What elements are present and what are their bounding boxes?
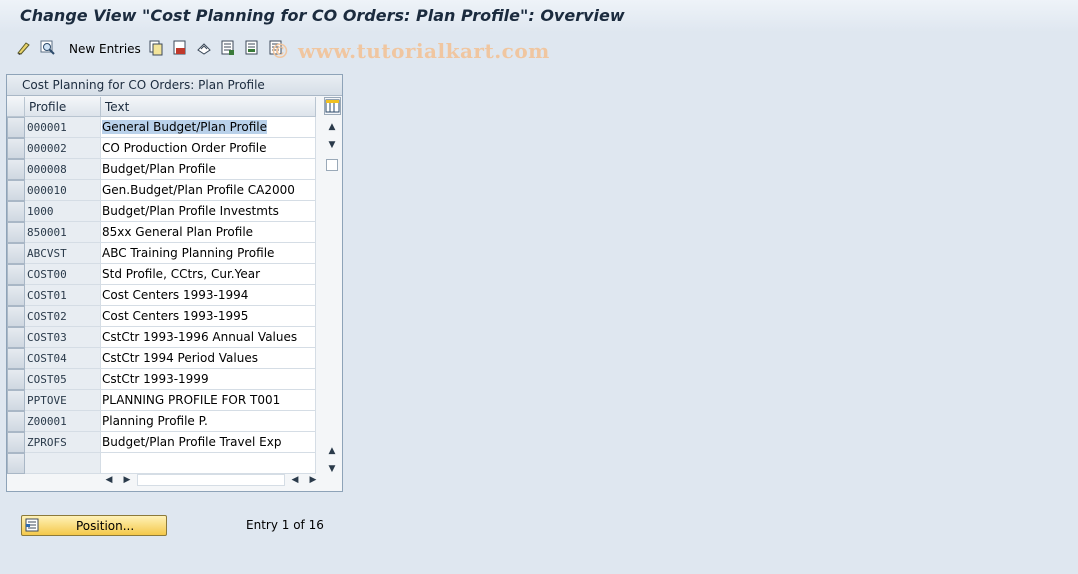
cell-profile: Z00001 bbox=[25, 411, 101, 432]
cell-profile: COST00 bbox=[25, 264, 101, 285]
row-selector[interactable] bbox=[7, 264, 25, 285]
status-bar bbox=[0, 556, 1078, 574]
column-settings-icon[interactable] bbox=[324, 97, 341, 115]
row-selector[interactable] bbox=[7, 285, 25, 306]
cell-profile: 000001 bbox=[25, 117, 101, 138]
cell-text[interactable]: Planning Profile P. bbox=[101, 411, 316, 432]
cell-text[interactable]: ABC Training Planning Profile bbox=[101, 243, 316, 264]
scroll-page-up-icon[interactable]: ▲ bbox=[326, 445, 338, 457]
cell-text[interactable] bbox=[101, 453, 316, 474]
select-block-icon[interactable] bbox=[244, 40, 260, 56]
select-all-rows-handle[interactable] bbox=[7, 97, 25, 117]
cell-text-selected: General Budget/Plan Profile bbox=[102, 120, 267, 134]
cell-profile: 1000 bbox=[25, 201, 101, 222]
watermark: © www.tutorialkart.com bbox=[270, 39, 550, 63]
table-control: Cost Planning for CO Orders: Plan Profil… bbox=[6, 74, 343, 492]
scroll-right-text-icon[interactable]: ▶ bbox=[307, 473, 319, 487]
vertical-scrollbar[interactable]: ▲ ▼ ▲ ▼ bbox=[323, 117, 341, 507]
cell-text[interactable]: Std Profile, CCtrs, Cur.Year bbox=[101, 264, 316, 285]
entry-counter: Entry 1 of 16 bbox=[246, 518, 324, 532]
scroll-right-icon[interactable]: ▶ bbox=[121, 473, 133, 487]
scroll-down-icon[interactable]: ▼ bbox=[326, 139, 338, 151]
position-button-label: Position... bbox=[76, 519, 135, 533]
row-selector[interactable] bbox=[7, 390, 25, 411]
page-title: Change View "Cost Planning for CO Orders… bbox=[20, 6, 625, 25]
cell-text[interactable]: Cost Centers 1993-1994 bbox=[101, 285, 316, 306]
cell-profile: ABCVST bbox=[25, 243, 101, 264]
horizontal-scroll-track[interactable] bbox=[137, 474, 285, 486]
column-header-text-label: Text bbox=[105, 100, 130, 114]
row-selector[interactable] bbox=[7, 432, 25, 453]
row-selector[interactable] bbox=[7, 243, 25, 264]
cell-text[interactable]: Budget/Plan Profile bbox=[101, 159, 316, 180]
scroll-left-icon[interactable]: ◀ bbox=[103, 473, 115, 487]
cell-text[interactable]: General Budget/Plan Profile bbox=[101, 117, 316, 138]
cell-profile: PPTOVE bbox=[25, 390, 101, 411]
column-header-profile-label: Profile bbox=[29, 100, 67, 114]
undo-icon[interactable] bbox=[196, 40, 212, 56]
row-selector[interactable] bbox=[7, 138, 25, 159]
row-selector[interactable] bbox=[7, 348, 25, 369]
position-icon bbox=[25, 518, 39, 532]
cell-profile: 000008 bbox=[25, 159, 101, 180]
cell-profile: 850001 bbox=[25, 222, 101, 243]
column-header-text[interactable]: Text bbox=[101, 97, 316, 117]
cell-text[interactable]: 85xx General Plan Profile bbox=[101, 222, 316, 243]
row-selector[interactable] bbox=[7, 453, 25, 474]
row-selector[interactable] bbox=[7, 201, 25, 222]
cell-profile: COST02 bbox=[25, 306, 101, 327]
select-all-icon[interactable] bbox=[220, 40, 236, 56]
table-title-text: Cost Planning for CO Orders: Plan Profil… bbox=[22, 78, 265, 92]
position-button[interactable]: Position... bbox=[21, 515, 167, 536]
delete-icon[interactable] bbox=[172, 40, 188, 56]
cell-text[interactable]: Budget/Plan Profile Investmts bbox=[101, 201, 316, 222]
scroll-left-text-icon[interactable]: ◀ bbox=[289, 473, 301, 487]
cell-text[interactable]: Budget/Plan Profile Travel Exp bbox=[101, 432, 316, 453]
copy-icon[interactable] bbox=[148, 40, 164, 56]
cell-profile: 000002 bbox=[25, 138, 101, 159]
details-icon[interactable] bbox=[40, 40, 56, 56]
cell-text[interactable]: CstCtr 1994 Period Values bbox=[101, 348, 316, 369]
cell-text[interactable]: CstCtr 1993-1996 Annual Values bbox=[101, 327, 316, 348]
cell-profile: 000010 bbox=[25, 180, 101, 201]
cell-text[interactable]: PLANNING PROFILE FOR T001 bbox=[101, 390, 316, 411]
row-selector[interactable] bbox=[7, 159, 25, 180]
new-entries-button[interactable]: New Entries bbox=[69, 42, 141, 56]
row-selector[interactable] bbox=[7, 327, 25, 348]
cell-profile: COST05 bbox=[25, 369, 101, 390]
application-toolbar: New Entries © www.tutorialkart.com bbox=[0, 35, 1078, 63]
row-selector[interactable] bbox=[7, 306, 25, 327]
row-selector[interactable] bbox=[7, 180, 25, 201]
scroll-thumb[interactable] bbox=[326, 159, 338, 171]
title-bar: Change View "Cost Planning for CO Orders… bbox=[0, 0, 1078, 32]
column-header-profile[interactable]: Profile bbox=[25, 97, 101, 117]
scroll-up-icon[interactable]: ▲ bbox=[326, 121, 338, 133]
row-selector[interactable] bbox=[7, 117, 25, 138]
cell-profile: COST01 bbox=[25, 285, 101, 306]
row-selector[interactable] bbox=[7, 222, 25, 243]
cell-text[interactable]: Cost Centers 1993-1995 bbox=[101, 306, 316, 327]
cell-text[interactable]: Gen.Budget/Plan Profile CA2000 bbox=[101, 180, 316, 201]
cell-text[interactable]: CO Production Order Profile bbox=[101, 138, 316, 159]
cell-text[interactable]: CstCtr 1993-1999 bbox=[101, 369, 316, 390]
cell-profile: COST03 bbox=[25, 327, 101, 348]
cell-profile: ZPROFS bbox=[25, 432, 101, 453]
horizontal-scrollbar[interactable]: ◀ ▶ ◀ ▶ bbox=[7, 473, 342, 487]
cell-profile: COST04 bbox=[25, 348, 101, 369]
table-title: Cost Planning for CO Orders: Plan Profil… bbox=[7, 75, 342, 96]
display-change-icon[interactable] bbox=[16, 40, 32, 56]
row-selector[interactable] bbox=[7, 369, 25, 390]
cell-profile bbox=[25, 453, 101, 474]
row-selector[interactable] bbox=[7, 411, 25, 432]
